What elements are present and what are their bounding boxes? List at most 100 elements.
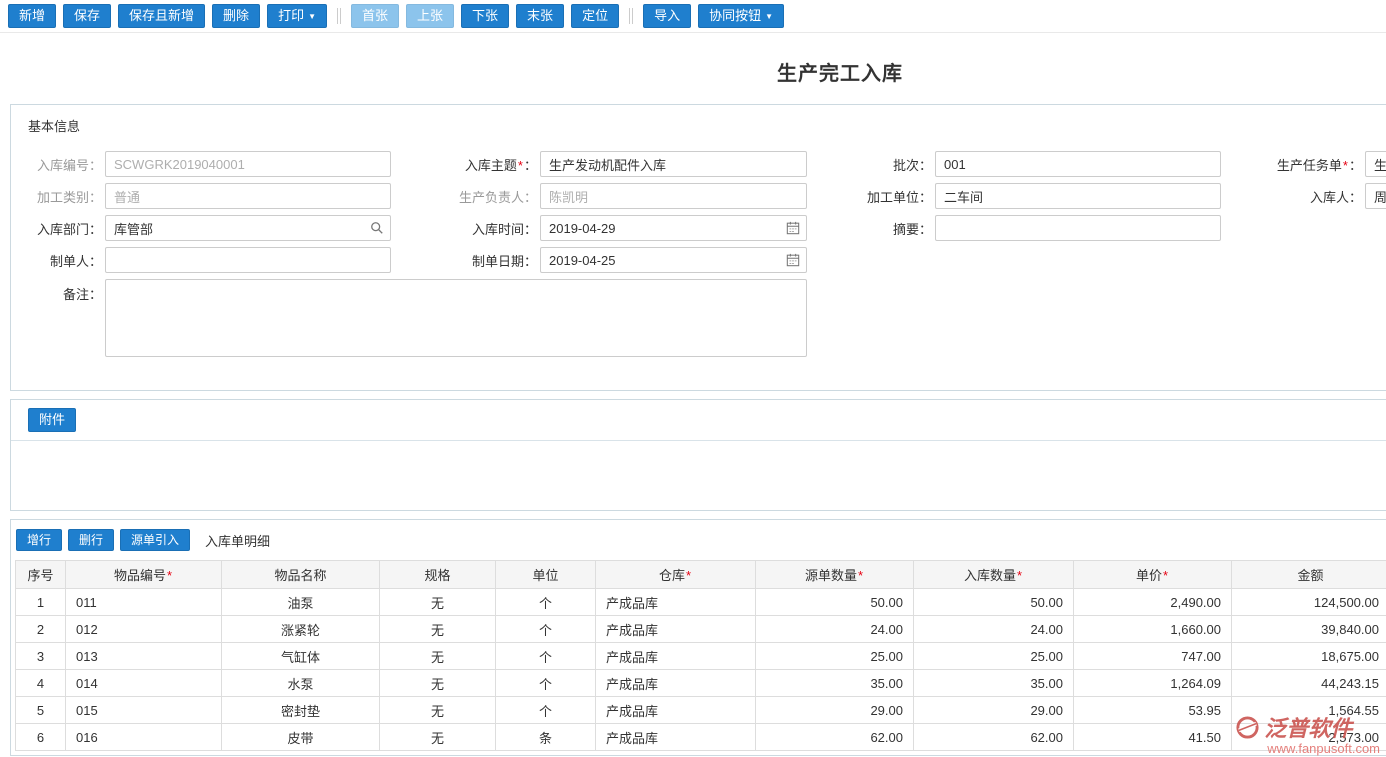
search-icon[interactable]	[370, 221, 384, 235]
input-storage-time[interactable]	[540, 215, 807, 241]
table-cell[interactable]: 62.00	[755, 723, 914, 751]
table-cell[interactable]: 无	[379, 588, 496, 616]
field-label-make-date: 制单日期：	[471, 253, 537, 269]
table-cell[interactable]: 水泵	[221, 669, 380, 697]
table-cell[interactable]: 个	[495, 588, 596, 616]
field-storage-no: 入库编号：	[11, 151, 391, 177]
toolbar-button-print[interactable]: 打印 ▼	[267, 4, 327, 28]
table-cell[interactable]: 016	[65, 723, 222, 751]
table-cell[interactable]: 011	[65, 588, 222, 616]
toolbar-button-add[interactable]: 新增	[8, 4, 57, 28]
toolbar-button-save-and-new[interactable]: 保存且新增	[118, 4, 206, 28]
table-cell[interactable]: 1,564.55	[1231, 696, 1386, 724]
input-maker[interactable]	[105, 247, 391, 273]
field-maker: 制单人：	[11, 247, 391, 273]
toolbar-button-first[interactable]: 首张	[351, 4, 400, 28]
attachment-button[interactable]: 附件	[28, 408, 77, 432]
detail-button-delete-row[interactable]: 删行	[68, 529, 115, 551]
table-cell[interactable]: 50.00	[913, 588, 1074, 616]
table-cell: 3	[15, 642, 66, 670]
table-cell[interactable]: 产成品库	[595, 669, 756, 697]
table-cell[interactable]: 29.00	[755, 696, 914, 724]
table-cell[interactable]: 62.00	[913, 723, 1074, 751]
table-cell[interactable]: 2,573.00	[1231, 723, 1386, 751]
table-cell[interactable]: 产成品库	[595, 588, 756, 616]
table-cell[interactable]: 41.50	[1073, 723, 1232, 751]
table-row: 1 011 油泵无个产成品库 50.00 50.00 2,490.00 124,500.00	[15, 588, 1386, 616]
table-cell[interactable]: 124,500.00	[1231, 588, 1386, 616]
field-storage-subject: 入库主题*：	[391, 151, 807, 177]
table-cell[interactable]: 747.00	[1073, 642, 1232, 670]
table-cell[interactable]: 产成品库	[595, 696, 756, 724]
input-batch[interactable]	[935, 151, 1221, 177]
table-cell[interactable]: 条	[495, 723, 596, 751]
table-cell[interactable]: 29.00	[913, 696, 1074, 724]
table-cell[interactable]: 18,675.00	[1231, 642, 1386, 670]
field-label-storage-no: 入库编号：	[36, 157, 102, 173]
calendar-icon[interactable]	[786, 253, 800, 267]
table-cell[interactable]: 无	[379, 696, 496, 724]
table-cell[interactable]: 24.00	[913, 615, 1074, 643]
table-cell[interactable]: 1,660.00	[1073, 615, 1232, 643]
table-cell[interactable]: 个	[495, 669, 596, 697]
table-cell[interactable]: 25.00	[755, 642, 914, 670]
column-header-6: 源单数量*	[755, 560, 914, 589]
column-header-1: 物品编号*	[65, 560, 222, 589]
detail-section-title: 入库单明细	[205, 533, 271, 549]
table-cell[interactable]: 产成品库	[595, 723, 756, 751]
toolbar-button-last[interactable]: 末张	[516, 4, 565, 28]
table-cell[interactable]: 个	[495, 615, 596, 643]
table-cell[interactable]: 44,243.15	[1231, 669, 1386, 697]
table-cell[interactable]: 35.00	[755, 669, 914, 697]
input-production-task[interactable]	[1365, 151, 1386, 177]
input-storage-subject[interactable]	[540, 151, 807, 177]
table-cell[interactable]: 无	[379, 642, 496, 670]
table-cell[interactable]: 皮带	[221, 723, 380, 751]
detail-button-source-import[interactable]: 源单引入	[120, 529, 191, 551]
table-cell[interactable]: 1,264.09	[1073, 669, 1232, 697]
table-cell[interactable]: 产成品库	[595, 642, 756, 670]
input-summary[interactable]	[935, 215, 1221, 241]
table-cell[interactable]: 2,490.00	[1073, 588, 1232, 616]
table-cell[interactable]: 53.95	[1073, 696, 1232, 724]
table-cell[interactable]: 气缸体	[221, 642, 380, 670]
field-storage-person: 入库人：	[1221, 183, 1386, 209]
toolbar-button-locate[interactable]: 定位	[571, 4, 620, 28]
table-cell[interactable]: 39,840.00	[1231, 615, 1386, 643]
table-cell[interactable]: 35.00	[913, 669, 1074, 697]
table-cell[interactable]: 密封垫	[221, 696, 380, 724]
table-cell[interactable]: 012	[65, 615, 222, 643]
field-production-task: 生产任务单*：	[1221, 151, 1386, 177]
table-cell[interactable]: 个	[495, 642, 596, 670]
input-make-date[interactable]	[540, 247, 807, 273]
table-cell[interactable]: 013	[65, 642, 222, 670]
toolbar-button-prev[interactable]: 上张	[406, 4, 455, 28]
textarea-remark[interactable]	[105, 279, 807, 357]
table-cell[interactable]: 无	[379, 669, 496, 697]
table-cell[interactable]: 无	[379, 723, 496, 751]
toolbar-button-import[interactable]: 导入	[643, 4, 692, 28]
table-cell[interactable]: 无	[379, 615, 496, 643]
input-storage-person[interactable]	[1365, 183, 1386, 209]
attachment-header: 附件	[11, 408, 1386, 441]
toolbar-button-next[interactable]: 下张	[461, 4, 510, 28]
basic-info-section-title: 基本信息	[28, 119, 81, 134]
field-summary: 摘要：	[807, 215, 1221, 241]
table-cell[interactable]: 014	[65, 669, 222, 697]
table-cell[interactable]: 涨紧轮	[221, 615, 380, 643]
table-cell[interactable]: 25.00	[913, 642, 1074, 670]
toolbar-button-save[interactable]: 保存	[63, 4, 112, 28]
table-cell[interactable]: 50.00	[755, 588, 914, 616]
input-storage-dept[interactable]	[105, 215, 391, 241]
table-cell[interactable]: 产成品库	[595, 615, 756, 643]
toolbar-button-delete[interactable]: 删除	[212, 4, 261, 28]
input-process-unit[interactable]	[935, 183, 1221, 209]
table-cell[interactable]: 油泵	[221, 588, 380, 616]
toolbar-button-collab[interactable]: 协同按钮 ▼	[698, 4, 785, 28]
field-label-batch: 批次：	[892, 157, 932, 173]
table-cell[interactable]: 个	[495, 696, 596, 724]
table-cell[interactable]: 015	[65, 696, 222, 724]
calendar-icon[interactable]	[786, 221, 800, 235]
detail-button-add-row[interactable]: 增行	[16, 529, 63, 551]
table-cell[interactable]: 24.00	[755, 615, 914, 643]
